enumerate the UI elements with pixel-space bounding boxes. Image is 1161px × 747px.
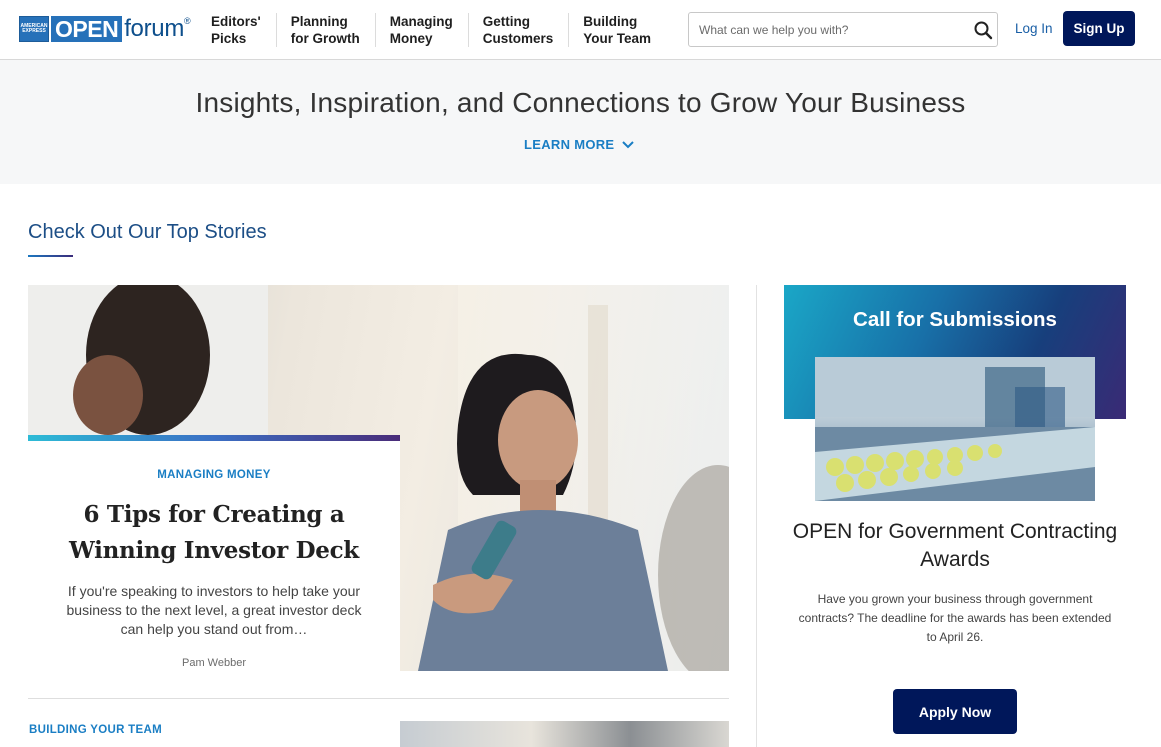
nav-label-line1: Getting bbox=[482, 14, 530, 29]
next-story-category[interactable]: BUILDING YOUR TEAM bbox=[29, 724, 162, 736]
site-header: AMERICAN EXPRESS OPEN forum® Editors' Pi… bbox=[0, 0, 1161, 60]
chevron-down-icon bbox=[622, 140, 635, 148]
logo-forum-text: forum bbox=[124, 14, 185, 42]
hero-banner: Insights, Inspiration, and Connections t… bbox=[0, 60, 1161, 184]
search-icon[interactable] bbox=[973, 20, 993, 40]
signup-button[interactable]: Sign Up bbox=[1063, 11, 1135, 46]
story-title[interactable]: 6 Tips for Creating a Winning Investor D… bbox=[48, 497, 380, 569]
story-author[interactable]: Pam Webber bbox=[28, 657, 400, 669]
next-story-image[interactable] bbox=[400, 721, 729, 747]
column-divider bbox=[756, 285, 757, 747]
story-description: If you're speaking to investors to help … bbox=[66, 583, 362, 637]
nav-label-line2: Money bbox=[389, 31, 433, 46]
promo-title: Call for Submissions bbox=[853, 308, 1057, 331]
learn-more-link[interactable]: LEARN MORE bbox=[524, 137, 635, 152]
logo-forum-wrap: forum® bbox=[124, 14, 191, 42]
nav-item-building-your-team[interactable]: Building Your Team bbox=[568, 13, 666, 47]
story-divider bbox=[28, 698, 729, 699]
logo-registered-mark: ® bbox=[184, 15, 191, 26]
open-forum-logo[interactable]: AMERICAN EXPRESS OPEN forum® bbox=[19, 14, 191, 42]
learn-more-label: LEARN MORE bbox=[524, 137, 615, 152]
nav-item-managing-money[interactable]: Managing Money bbox=[374, 13, 468, 47]
nav-label-line2: Your Team bbox=[583, 31, 652, 46]
nav-label-line1: Managing bbox=[389, 14, 453, 29]
nav-label-line1: Building bbox=[583, 14, 638, 29]
nav-label-line2: Picks bbox=[211, 31, 247, 46]
main-nav: Editors' Picks Planning for Growth Manag… bbox=[211, 13, 666, 47]
story-category[interactable]: MANAGING MONEY bbox=[28, 469, 400, 481]
hero-title: Insights, Inspiration, and Connections t… bbox=[195, 87, 966, 118]
promo-image[interactable] bbox=[815, 357, 1095, 501]
amex-logo-mark: AMERICAN EXPRESS bbox=[19, 15, 49, 42]
section-heading-underline bbox=[28, 255, 73, 257]
logo-open-text: OPEN bbox=[51, 15, 123, 42]
nav-item-editors-picks[interactable]: Editors' Picks bbox=[211, 13, 276, 47]
nav-item-planning-for-growth[interactable]: Planning for Growth bbox=[275, 13, 375, 47]
search-box bbox=[688, 12, 998, 47]
search-input[interactable] bbox=[699, 13, 969, 46]
promo-heading[interactable]: OPEN for Government Contracting Awards bbox=[784, 518, 1126, 574]
section-heading: Check Out Our Top Stories bbox=[28, 221, 267, 243]
featured-story-card[interactable]: MANAGING MONEY 6 Tips for Creating a Win… bbox=[28, 435, 400, 671]
nav-label-line2: Customers bbox=[482, 31, 554, 46]
nav-label-line1: Editors' bbox=[211, 14, 261, 29]
factory-line-illustration bbox=[815, 357, 1095, 501]
login-link[interactable]: Log In bbox=[1015, 21, 1053, 36]
card-accent-bar bbox=[28, 435, 400, 441]
amex-logo-text: AMERICAN EXPRESS bbox=[20, 22, 48, 34]
nav-label-line2: for Growth bbox=[290, 31, 360, 46]
apply-now-button[interactable]: Apply Now bbox=[893, 689, 1017, 734]
promo-description: Have you grown your business through gov… bbox=[798, 592, 1112, 644]
nav-item-getting-customers[interactable]: Getting Customers bbox=[467, 13, 569, 47]
nav-label-line1: Planning bbox=[290, 14, 348, 29]
